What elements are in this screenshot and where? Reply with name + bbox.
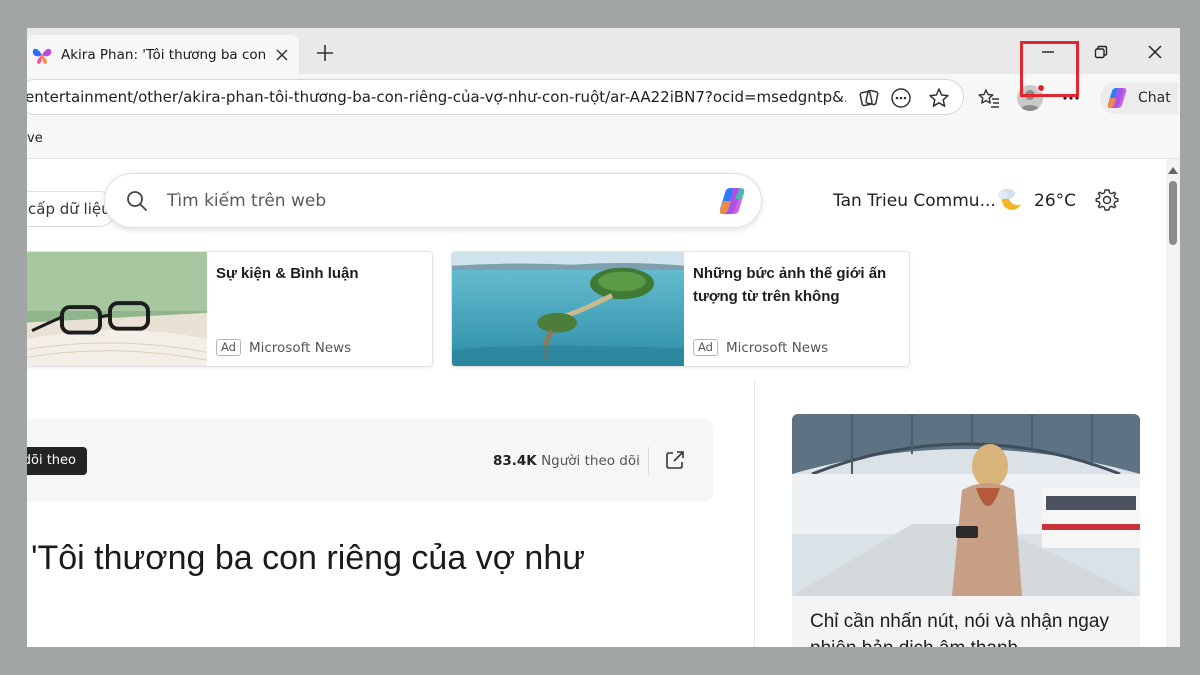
followers-label: Người theo dõi xyxy=(541,453,640,469)
ad-badge: Ad xyxy=(693,339,718,356)
butterfly-favicon-icon xyxy=(32,48,52,64)
news-card[interactable]: Những bức ảnh thế giới ấn tượng từ trên … xyxy=(451,251,910,367)
web-search-box[interactable] xyxy=(104,173,762,228)
plus-icon xyxy=(317,45,333,61)
publisher-follow-panel: dõi theo 83.4K Người theo dõi xyxy=(27,419,713,502)
article-headline: 'Tôi thương ba con riêng của vợ như xyxy=(31,539,586,577)
web-page: cấp dữ liệu Tan Trieu Commu... 26°C xyxy=(27,158,1180,647)
card-source: Ad Microsoft News xyxy=(693,339,828,356)
favorite-star-icon[interactable] xyxy=(927,86,951,110)
gear-icon[interactable] xyxy=(1095,188,1119,212)
followers-count: 83.4K Người theo dõi xyxy=(493,453,640,469)
tab-strip: Akira Phan: 'Tôi thương ba con riêng xyxy=(27,28,1180,74)
copilot-icon xyxy=(1107,88,1127,108)
card-title[interactable]: Những bức ảnh thế giới ấn tượng từ trên … xyxy=(693,262,905,308)
search-input[interactable] xyxy=(167,188,667,214)
weather-location[interactable]: Tan Trieu Commu... xyxy=(833,191,996,211)
card-source-name: Microsoft News xyxy=(248,339,352,356)
toolbar: /entertainment/other/akira-phan-tôi-thươ… xyxy=(27,74,1180,122)
column-divider xyxy=(754,379,755,647)
url-text[interactable]: /entertainment/other/akira-phan-tôi-thươ… xyxy=(27,80,846,114)
copilot-icon[interactable] xyxy=(715,184,749,218)
close-tab-icon[interactable] xyxy=(273,46,291,64)
highlight-box xyxy=(1020,41,1079,97)
card-source-name: Microsoft News xyxy=(725,339,829,356)
chat-label: Chat xyxy=(1138,90,1171,106)
ad-badge: Ad xyxy=(216,339,241,356)
favorites-list-icon[interactable] xyxy=(976,85,1002,111)
favorites-bar-item[interactable]: ve xyxy=(27,131,43,146)
weather-temperature[interactable]: 26°C xyxy=(1034,191,1076,211)
address-bar[interactable]: /entertainment/other/akira-phan-tôi-thươ… xyxy=(27,79,964,115)
follow-button[interactable]: dõi theo xyxy=(27,447,87,475)
active-tab[interactable]: Akira Phan: 'Tôi thương ba con riêng xyxy=(27,35,299,74)
translator-promo-card[interactable]: Chỉ cần nhấn nút, nói và nhận ngay phiên… xyxy=(792,414,1140,647)
followers-number: 83.4K xyxy=(493,453,537,469)
close-icon xyxy=(1148,45,1162,59)
glasses-on-book-image xyxy=(27,252,207,366)
restore-button[interactable] xyxy=(1086,38,1116,66)
copilot-chat-button[interactable]: Chat xyxy=(1100,82,1178,114)
search-icon xyxy=(127,191,147,211)
promo-text[interactable]: Chỉ cần nhấn nút, nói và nhận ngay phiên… xyxy=(810,608,1130,647)
card-source: Ad Microsoft News xyxy=(216,339,351,356)
browser-window: Akira Phan: 'Tôi thương ba con riêng /en… xyxy=(27,28,1180,647)
close-window-button[interactable] xyxy=(1140,38,1170,66)
new-tab-button[interactable] xyxy=(311,39,339,67)
tab-title: Akira Phan: 'Tôi thương ba con riêng xyxy=(61,46,267,63)
panel-divider xyxy=(648,447,649,475)
favorites-bar: ve xyxy=(27,122,1180,158)
restore-icon xyxy=(1094,45,1108,59)
scroll-up-arrow-icon[interactable] xyxy=(1168,167,1178,174)
island-aerial-image xyxy=(452,252,684,366)
more-options-circle-icon[interactable] xyxy=(889,86,913,110)
scrollbar-thumb[interactable] xyxy=(1169,181,1177,245)
card-title[interactable]: Sự kiện & Bình luận xyxy=(216,262,421,285)
train-station-woman-image xyxy=(792,414,1140,596)
news-card[interactable]: Sự kiện & Bình luận Ad Microsoft News xyxy=(27,251,433,367)
scrollbar[interactable] xyxy=(1166,159,1180,647)
split-screen-icon[interactable] xyxy=(857,86,881,110)
partly-cloudy-night-icon xyxy=(998,189,1021,210)
share-external-icon[interactable] xyxy=(664,449,686,471)
